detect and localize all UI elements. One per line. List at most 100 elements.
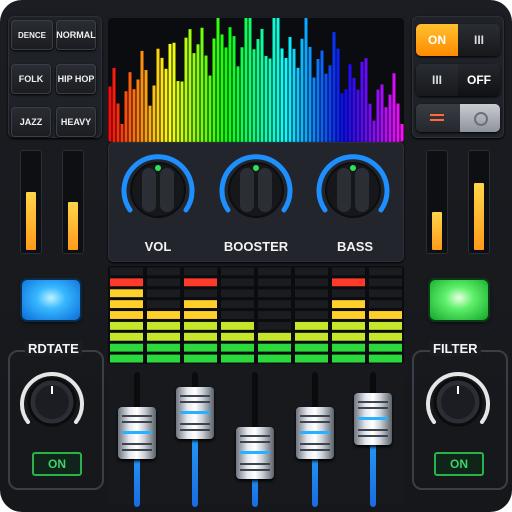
spectrum-bar <box>260 28 264 142</box>
grip-line <box>358 401 388 404</box>
eq-cell <box>184 300 217 309</box>
switch-left <box>416 104 460 132</box>
spectrum-bar <box>368 103 372 142</box>
preset-dence-button[interactable]: DENCE <box>11 20 53 50</box>
spectrum-bar <box>244 18 248 142</box>
booster-knob[interactable] <box>214 148 298 232</box>
eq-cell <box>258 289 291 298</box>
eq-cell <box>147 289 180 298</box>
spectrum-bar <box>356 89 360 142</box>
preset-normal-button[interactable]: NORMAL <box>56 20 96 50</box>
grip-line <box>122 420 152 423</box>
fader-handle[interactable] <box>296 406 334 459</box>
filter-title: FILTER <box>430 341 481 356</box>
handle-indicator <box>240 451 270 454</box>
bars-label: III <box>473 33 484 47</box>
filter-on-indicator[interactable]: ON <box>434 452 484 476</box>
on-label: ON <box>428 33 446 47</box>
spectrum-bar <box>308 46 312 142</box>
spectrum-bar <box>312 77 316 142</box>
meter-fill <box>432 211 442 250</box>
vol-label: VOL <box>144 239 172 254</box>
meter-fill <box>474 182 484 250</box>
eq-cell <box>110 289 143 298</box>
spectrum-bar <box>164 68 168 142</box>
spectrum-bar <box>388 94 392 142</box>
fader-handle[interactable] <box>236 427 274 479</box>
spectrum-bar <box>228 27 232 142</box>
spectrum-bar <box>352 78 356 142</box>
eq-cell <box>258 300 291 309</box>
preset-label: HEAVY <box>60 117 92 127</box>
eq-cell <box>258 332 291 341</box>
eq-cell <box>295 354 328 363</box>
vol-knob[interactable] <box>116 148 200 232</box>
spectrum-bar <box>252 49 256 142</box>
eq-cell <box>184 354 217 363</box>
eq-cell <box>184 278 217 287</box>
spectrum-bar <box>336 48 340 142</box>
green-led-button[interactable] <box>430 280 488 320</box>
equals-icon <box>430 114 444 116</box>
eq-cell <box>110 321 143 330</box>
rotate-knob[interactable] <box>14 364 90 440</box>
spectrum-bar <box>232 36 236 142</box>
spectrum-bar <box>364 58 368 142</box>
power-on-toggle[interactable]: ON III <box>416 24 500 56</box>
spectrum-bar <box>116 103 120 142</box>
eq-cell <box>295 343 328 352</box>
eq-cell <box>147 300 180 309</box>
rotate-on-indicator[interactable]: ON <box>32 452 82 476</box>
spectrum-bar <box>172 42 176 142</box>
blue-led-button[interactable] <box>22 280 80 320</box>
spectrum-bar <box>400 124 404 142</box>
filter-knob[interactable] <box>420 364 496 440</box>
spectrum-bar <box>144 70 148 142</box>
grip-line <box>180 394 210 397</box>
eq-cell <box>332 321 365 330</box>
grip-line <box>300 414 330 417</box>
status-label: ON <box>450 457 468 471</box>
eq-cell <box>369 354 402 363</box>
preset-label: FOLK <box>18 74 44 84</box>
spectrum-bar <box>344 89 348 142</box>
spectrum-bar <box>208 75 212 142</box>
preset-label: DENCE <box>17 30 46 40</box>
eq-cell <box>221 343 254 352</box>
eq-cell <box>295 332 328 341</box>
eq-cell <box>295 300 328 309</box>
grip-line <box>300 448 330 451</box>
preset-hiphop-button[interactable]: HIP HOP <box>56 64 96 94</box>
fader-handle[interactable] <box>354 393 392 446</box>
preset-label: JAZZ <box>19 117 43 127</box>
eq-cell <box>147 354 180 363</box>
grip-line <box>240 463 270 465</box>
spectrum-bar <box>268 58 272 142</box>
eq-cell <box>258 354 291 363</box>
preset-folk-button[interactable]: FOLK <box>11 64 51 94</box>
power-off-toggle[interactable]: III OFF <box>416 64 500 96</box>
eq-cell <box>147 343 180 352</box>
spectrum-bar <box>316 58 320 142</box>
preset-heavy-button[interactable]: HEAVY <box>56 107 96 137</box>
rotate-title: RDTATE <box>25 341 82 356</box>
spectrum-bar <box>212 38 216 142</box>
fader-handle[interactable] <box>176 386 214 439</box>
left-level-meter-2 <box>62 150 84 254</box>
bars-label: III <box>431 73 442 87</box>
status-label: ON <box>48 457 66 471</box>
bass-knob[interactable] <box>311 148 395 232</box>
spectrum-visualizer <box>108 18 404 142</box>
bars-segment: III <box>458 24 500 56</box>
spectrum-bar <box>272 18 276 142</box>
spectrum-bar <box>376 89 380 142</box>
eq-cell <box>332 332 365 341</box>
power-icon <box>474 112 488 126</box>
preset-jazz-button[interactable]: JAZZ <box>11 107 51 137</box>
eq-cell <box>258 311 291 319</box>
power-switch[interactable] <box>416 104 500 132</box>
spectrum-bar <box>128 72 132 142</box>
fader-handle[interactable] <box>118 406 156 459</box>
spectrum-bar <box>184 37 188 142</box>
eq-cell <box>369 278 402 287</box>
